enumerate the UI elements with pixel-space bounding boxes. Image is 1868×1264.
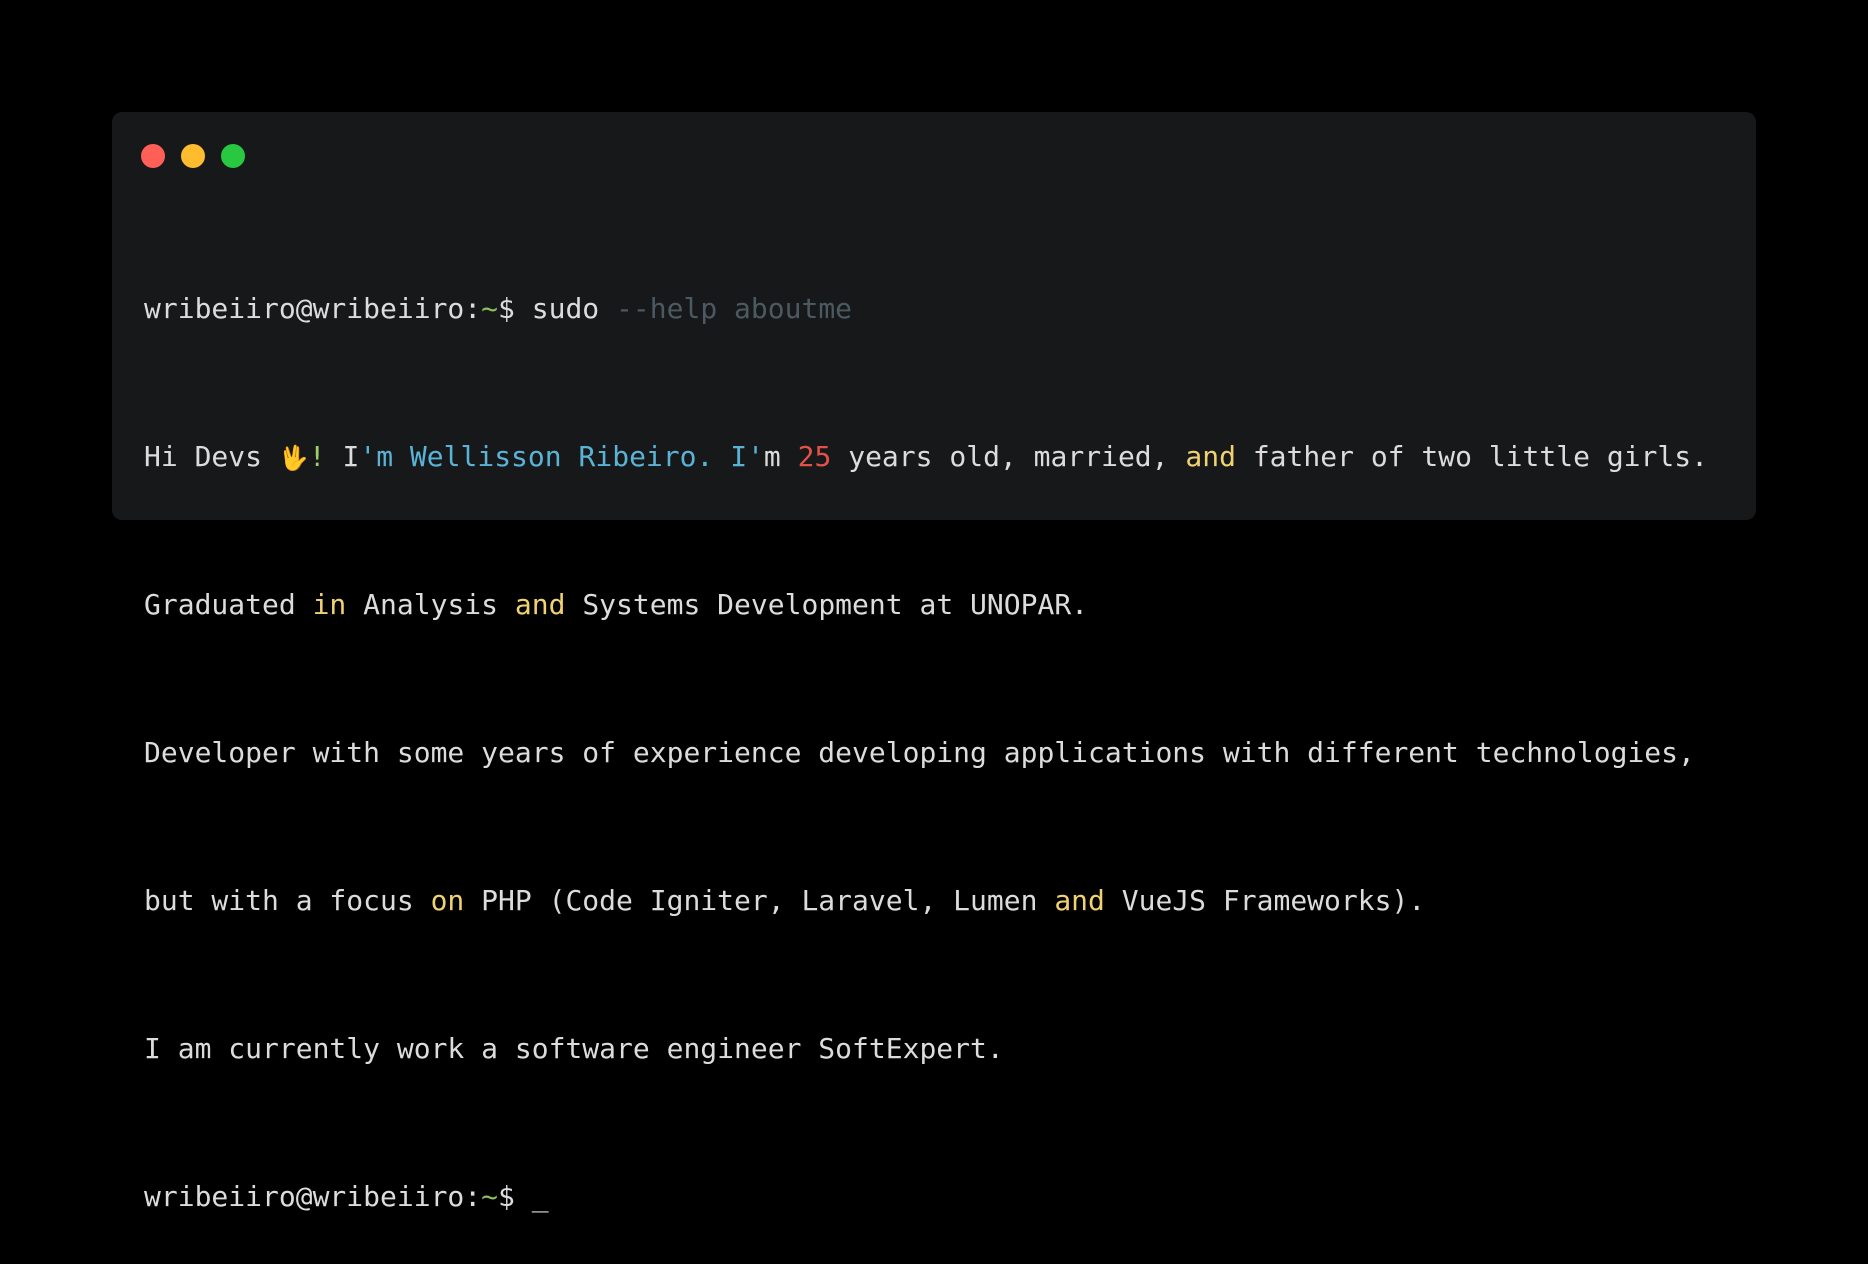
keyword-and: and [514, 588, 566, 621]
close-button[interactable] [141, 144, 165, 168]
text-php: PHP (Code Igniter, Laravel, Lumen [481, 884, 1038, 917]
command-args: --help aboutme [616, 292, 853, 325]
output-line-3: Developer with some years of experience … [144, 736, 1695, 769]
terminal-content[interactable]: wribeiiro@wribeiiro:~$ sudo --help about… [144, 216, 1736, 1264]
prompt-symbol: $ [498, 1180, 515, 1213]
output-line-1: Hi Devs 🖖! I'm Wellisson Ribeiro. I'm 25… [144, 438, 1736, 475]
keyword-and: and [1054, 884, 1105, 917]
text-analysis: Analysis [363, 588, 499, 621]
name-string: 'm Wellisson Ribeiro. I' [359, 440, 764, 473]
text-father: father of two little girls. [1252, 440, 1708, 473]
greeting-text: Hi Devs [144, 440, 263, 473]
text-vuejs: VueJS Frameworks). [1121, 884, 1426, 917]
keyword-in: in [312, 588, 347, 621]
terminal-window: wribeiiro@wribeiiro:~$ sudo --help about… [112, 112, 1756, 1213]
text-years: years old, married, [848, 440, 1169, 473]
window-controls [141, 144, 245, 168]
prompt-symbol: $ [498, 292, 515, 325]
output-line-2: Graduated in Analysis and Systems Develo… [144, 586, 1736, 623]
maximize-button[interactable] [221, 144, 245, 168]
text-i: I [342, 440, 360, 473]
prompt-path: ~ [481, 292, 499, 325]
age-number: 25 [797, 440, 832, 473]
output-line-4: but with a focus on PHP (Code Igniter, L… [144, 882, 1736, 919]
exclamation: ! [308, 440, 326, 473]
prompt-line: wribeiiro@wribeiiro:~$ _ [144, 1178, 1736, 1215]
keyword-and: and [1185, 440, 1236, 473]
keyword-on: on [430, 884, 465, 917]
prompt-user-host: wribeiiro@wribeiiro: [144, 292, 482, 325]
text-systems: Systems Development at UNOPAR. [582, 588, 1089, 621]
prompt-user-host: wribeiiro@wribeiiro: [144, 1180, 482, 1213]
prompt-path: ~ [481, 1180, 499, 1213]
text-focus: but with a focus [144, 884, 414, 917]
vulcan-salute-icon: 🖖 [278, 444, 309, 472]
text-graduated: Graduated [144, 588, 296, 621]
command-name: sudo [531, 292, 600, 325]
cursor: _ [531, 1180, 549, 1213]
output-line-5: I am currently work a software engineer … [144, 1032, 1004, 1065]
command-line: wribeiiro@wribeiiro:~$ sudo --help about… [144, 290, 1736, 327]
text-m: m [763, 440, 781, 473]
minimize-button[interactable] [181, 144, 205, 168]
